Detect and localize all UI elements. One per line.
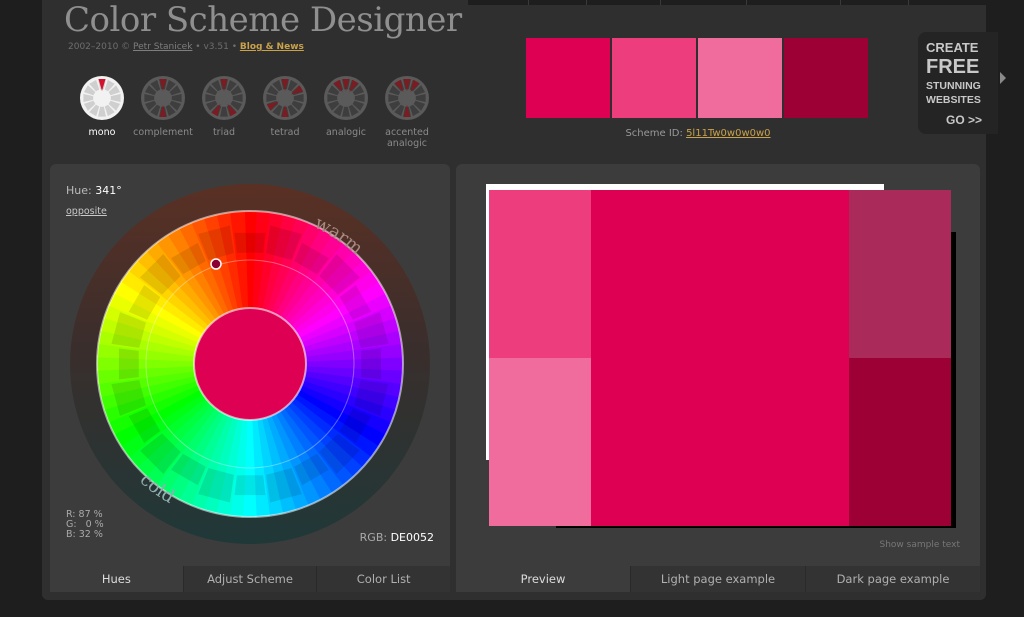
hue-readout: Hue: 341° xyxy=(66,184,122,197)
opposite-link[interactable]: opposite xyxy=(66,206,107,217)
preview-primary-block xyxy=(591,190,849,526)
mode-mono[interactable]: mono xyxy=(72,75,132,138)
hue-panel: warm cold Hue: 341° opposite R: 87 % G: 0… xyxy=(50,164,451,592)
preview-panel: Show sample text Preview Light page exam… xyxy=(456,164,980,592)
create-websites-ad[interactable]: CREATE FREE STUNNING WEBSITES GO >> xyxy=(918,32,1006,134)
mode-label: mono xyxy=(88,127,116,138)
mode-wheel-icon xyxy=(324,76,368,120)
author-link[interactable]: Petr Stanicek xyxy=(133,42,192,52)
blog-news-link[interactable]: Blog & News xyxy=(240,42,304,52)
preview-dark-block xyxy=(849,358,951,526)
mode-wheel-icon xyxy=(385,76,429,120)
show-sample-text-link[interactable]: Show sample text xyxy=(880,540,961,550)
app-title: Color Scheme Designer xyxy=(64,0,462,40)
mode-complement[interactable]: complement xyxy=(133,75,193,138)
credits: 2002–2010 © Petr Stanicek • v3.51 • Blog… xyxy=(68,42,304,52)
tab-adjust-scheme[interactable]: Adjust Scheme xyxy=(182,566,317,592)
swatch-secondary-1[interactable] xyxy=(612,38,696,118)
next-arrow-icon[interactable] xyxy=(1000,72,1006,84)
tab-light-page-example[interactable]: Light page example xyxy=(630,566,805,592)
color-wheel[interactable]: warmcold xyxy=(70,184,430,544)
scheme-preview xyxy=(484,184,956,532)
mode-label: tetrad xyxy=(270,127,300,138)
mode-label: accented analogic xyxy=(385,127,429,149)
mode-wheel-icon xyxy=(141,76,185,120)
mode-tetrad[interactable]: tetrad xyxy=(255,75,315,138)
scheme-id: Scheme ID: 5l11Tw0w0w0w0 xyxy=(625,128,771,139)
mode-label: triad xyxy=(212,127,236,138)
scheme-swatches xyxy=(526,38,870,118)
mode-wheel-icon xyxy=(202,76,246,120)
tab-preview[interactable]: Preview xyxy=(456,566,630,592)
top-nav-strip xyxy=(468,0,986,5)
mode-label: complement xyxy=(133,127,193,138)
tab-hues[interactable]: Hues xyxy=(50,566,183,592)
rgb-percent-readout: R: 87 % G: 0 % B: 32 % xyxy=(66,509,104,540)
mode-wheel-icon xyxy=(263,76,307,120)
app-window: Color Scheme Designer 2002–2010 © Petr S… xyxy=(42,0,1006,600)
scheme-id-link[interactable]: 5l11Tw0w0w0w0 xyxy=(686,128,770,139)
preview-lighter-block xyxy=(489,358,591,526)
mode-triad[interactable]: triad xyxy=(194,75,254,138)
swatch-dark[interactable] xyxy=(784,38,868,118)
preview-light-block xyxy=(489,190,591,358)
preview-muted-block xyxy=(849,190,951,358)
tab-color-list[interactable]: Color List xyxy=(316,566,451,592)
swatch-secondary-2[interactable] xyxy=(698,38,782,118)
mode-wheel-icon xyxy=(80,76,124,120)
mode-analogic[interactable]: analogic xyxy=(316,75,376,138)
right-tabs: Preview Light page example Dark page exa… xyxy=(456,566,980,592)
hue-handle[interactable] xyxy=(210,258,222,270)
tab-dark-page-example[interactable]: Dark page example xyxy=(805,566,980,592)
mode-accented-analogic[interactable]: accented analogic xyxy=(377,75,437,149)
rgb-hex-readout: RGB: DE0052 xyxy=(359,531,434,544)
mode-label: analogic xyxy=(325,127,366,138)
scheme-mode-selector: mono complement triad tetrad analogic accente… xyxy=(72,75,452,155)
left-tabs: Hues Adjust Scheme Color List xyxy=(50,566,451,592)
swatch-primary[interactable] xyxy=(526,38,610,118)
